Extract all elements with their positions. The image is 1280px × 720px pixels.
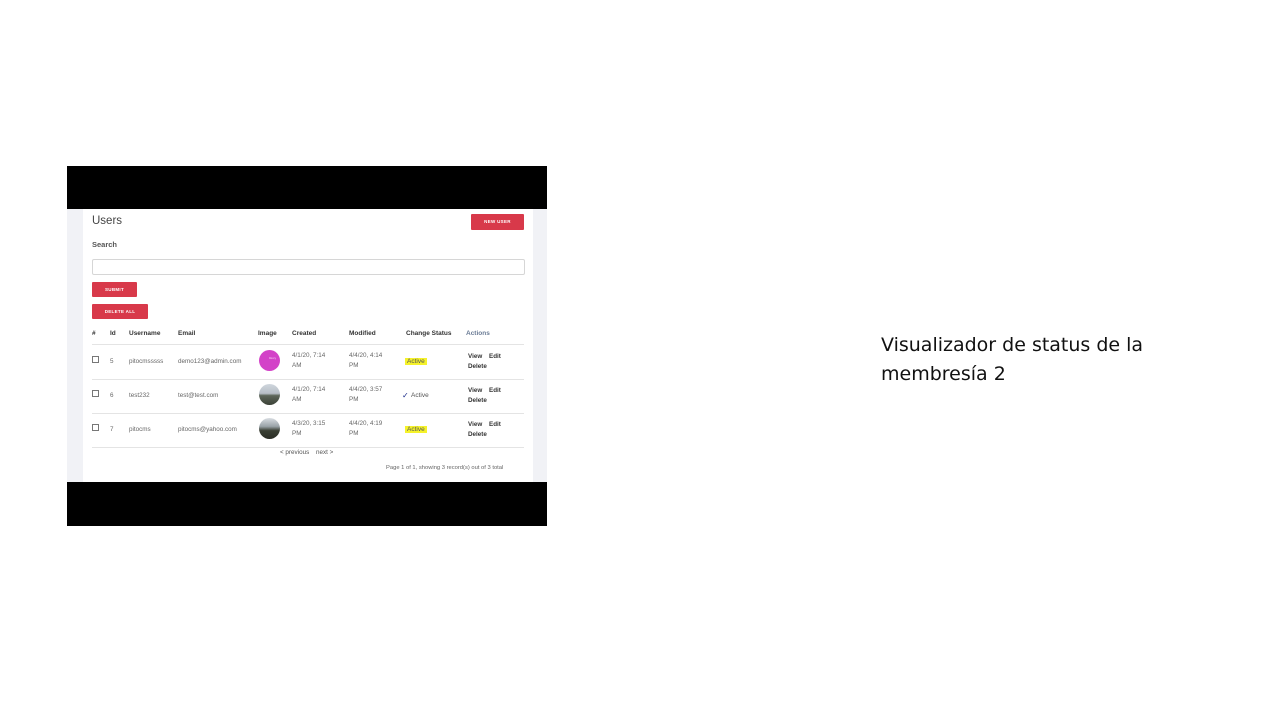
delete-link[interactable]: Delete bbox=[468, 431, 487, 438]
row-checkbox[interactable] bbox=[92, 390, 99, 397]
status-toggle[interactable]: Active bbox=[405, 358, 427, 365]
cell-created: 4/1/20, 7:14 AM bbox=[292, 352, 326, 369]
checkmark-icon: ✓ bbox=[402, 391, 409, 400]
header-id: Id bbox=[110, 330, 116, 337]
header-image: Image bbox=[258, 330, 277, 337]
cell-username: test232 bbox=[129, 392, 150, 399]
row-checkbox[interactable] bbox=[92, 424, 99, 431]
previous-link[interactable]: < previous bbox=[280, 449, 309, 456]
user-avatar bbox=[259, 418, 280, 439]
cell-modified: 4/4/20, 3:57 PM bbox=[349, 386, 383, 403]
cell-username: pitocmsssss bbox=[129, 358, 164, 365]
next-link[interactable]: next > bbox=[316, 449, 333, 456]
view-link[interactable]: View bbox=[468, 353, 482, 360]
status-toggle[interactable]: Active bbox=[409, 392, 431, 399]
submit-button[interactable]: SUBMIT bbox=[92, 282, 137, 297]
status-toggle[interactable]: Active bbox=[405, 426, 427, 433]
header-actions: Actions bbox=[466, 330, 490, 337]
table-row: 7 pitocms pitocms@yahoo.com 4/3/20, 3:15… bbox=[83, 413, 533, 447]
header-created: Created bbox=[292, 330, 317, 337]
header-change-status: Change Status bbox=[406, 330, 452, 337]
cell-modified: 4/4/20, 4:19 PM bbox=[349, 420, 383, 437]
slide-caption: Visualizador de status de la membresía 2 bbox=[881, 334, 1144, 385]
header-modified: Modified bbox=[349, 330, 376, 337]
row-divider bbox=[92, 447, 524, 448]
user-avatar: Roccy bbox=[259, 350, 280, 371]
table-row: 6 test232 test@test.com 4/1/20, 7:14 AM 4… bbox=[83, 379, 533, 413]
user-avatar bbox=[259, 384, 280, 405]
cell-email: demo123@admin.com bbox=[178, 358, 242, 365]
view-link[interactable]: View bbox=[468, 421, 482, 428]
avatar-text: Roccy bbox=[269, 357, 276, 360]
row-checkbox[interactable] bbox=[92, 356, 99, 363]
pagination-info: Page 1 of 1, showing 3 record(s) out of … bbox=[386, 465, 504, 471]
header-username: Username bbox=[129, 330, 161, 337]
delete-all-button[interactable]: DELETE ALL bbox=[92, 304, 148, 319]
edit-link[interactable]: Edit bbox=[489, 421, 501, 428]
cell-id: 5 bbox=[110, 358, 114, 365]
cell-username: pitocms bbox=[129, 426, 151, 433]
cell-id: 7 bbox=[110, 426, 114, 433]
new-user-button[interactable]: NEW USER bbox=[471, 214, 524, 230]
table-row: 5 pitocmsssss demo123@admin.com Roccy 4/… bbox=[83, 345, 533, 379]
header-email: Email bbox=[178, 330, 196, 337]
edit-link[interactable]: Edit bbox=[489, 353, 501, 360]
cell-id: 6 bbox=[110, 392, 114, 399]
page-title: Users bbox=[92, 215, 123, 227]
cell-created: 4/3/20, 3:15 PM bbox=[292, 420, 326, 437]
view-link[interactable]: View bbox=[468, 387, 482, 394]
search-input[interactable] bbox=[92, 259, 525, 275]
cell-email: test@test.com bbox=[178, 392, 219, 399]
users-panel: Users NEW USER Search SUBMIT DELETE ALL … bbox=[83, 209, 533, 482]
cell-created: 4/1/20, 7:14 AM bbox=[292, 386, 326, 403]
cell-modified: 4/4/20, 4:14 PM bbox=[349, 352, 383, 369]
header-num: # bbox=[92, 330, 96, 337]
cell-email: pitocms@yahoo.com bbox=[178, 426, 237, 433]
search-label: Search bbox=[92, 240, 118, 249]
delete-link[interactable]: Delete bbox=[468, 397, 487, 404]
admin-page: Users NEW USER Search SUBMIT DELETE ALL … bbox=[67, 209, 547, 482]
edit-link[interactable]: Edit bbox=[489, 387, 501, 394]
embedded-screenshot: Users NEW USER Search SUBMIT DELETE ALL … bbox=[67, 166, 547, 526]
delete-link[interactable]: Delete bbox=[468, 363, 487, 370]
